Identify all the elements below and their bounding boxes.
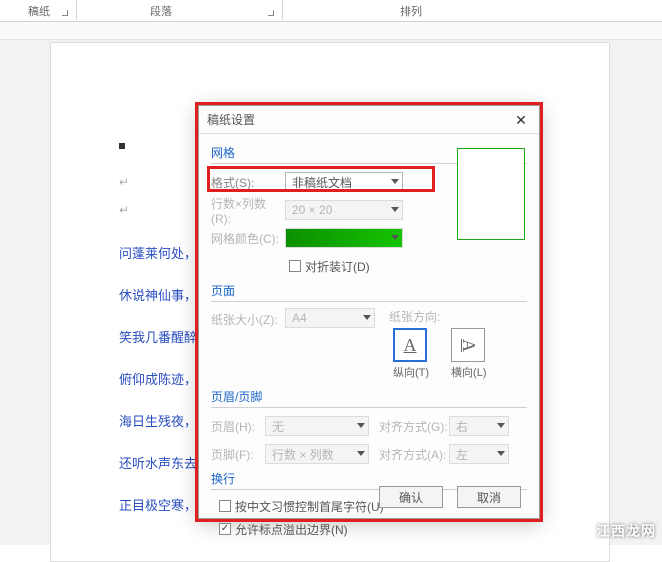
margin-marker-icon (581, 103, 599, 121)
ruler (0, 22, 662, 40)
portrait-icon: A (404, 335, 417, 356)
footer-value: 行数 × 列数 (272, 446, 334, 463)
section-label-page: 页面 (211, 282, 527, 299)
dialog-launcher-icon[interactable] (268, 10, 274, 16)
punct-label: 允许标点溢出边界(N) (235, 521, 348, 538)
format-label: 格式(S): (211, 174, 285, 191)
gridcolor-select (285, 228, 403, 248)
paragraph-mark-icon: ↵ (119, 175, 129, 189)
margin-marker-icon (111, 103, 129, 121)
orientation-landscape[interactable]: A 横向(L) (451, 328, 486, 380)
footer-row: 页脚(F): 行数 × 列数 对齐方式(A): 左 (211, 442, 527, 466)
papersize-value: A4 (292, 311, 307, 325)
chevron-down-icon (355, 448, 365, 458)
ribbon-group-label: 排列 (400, 3, 422, 19)
close-icon: ✕ (515, 106, 527, 134)
chevron-down-icon (495, 448, 505, 458)
chevron-down-icon (389, 176, 399, 186)
ribbon: 稿纸 段落 排列 (0, 0, 662, 22)
format-select[interactable]: 非稿纸文档 (285, 172, 403, 192)
orientation-portrait[interactable]: A 纵向(T) (393, 328, 429, 380)
gridcolor-label: 网格颜色(C): (211, 230, 285, 247)
dialog-titlebar: 稿纸设置 ✕ (199, 106, 539, 134)
section-label-newline: 换行 (211, 470, 527, 487)
ribbon-group-label: 稿纸 (28, 3, 50, 19)
format-value: 非稿纸文档 (292, 174, 352, 191)
dialog-launcher-icon[interactable] (62, 10, 68, 16)
papersize-label: 纸张大小(Z): (211, 308, 285, 328)
footer-align-value: 左 (456, 446, 468, 463)
footer-label: 页脚(F): (211, 446, 265, 463)
rowscols-select: 20 × 20 (285, 200, 403, 220)
page-preview (457, 148, 525, 240)
anchor-icon (119, 143, 125, 149)
header-value: 无 (272, 418, 284, 435)
checkbox-icon (219, 523, 231, 535)
footer-select: 行数 × 列数 (265, 444, 369, 464)
footer-align-select: 左 (449, 444, 509, 464)
chevron-down-icon (389, 204, 399, 214)
header-row: 页眉(H): 无 对齐方式(G): 右 (211, 414, 527, 438)
papersize-select: A4 (285, 308, 375, 328)
ok-button[interactable]: 确认 (379, 486, 443, 508)
booklet-label: 对折装订(D) (305, 258, 370, 275)
chevron-down-icon (361, 312, 371, 322)
close-button[interactable]: ✕ (511, 110, 531, 130)
cancel-button[interactable]: 取消 (457, 486, 521, 508)
orient-portrait-label: 纵向(T) (393, 367, 429, 379)
punct-overflow-checkbox[interactable]: 允许标点溢出边界(N) (219, 519, 527, 539)
genko-settings-dialog: 稿纸设置 ✕ 网格 格式(S): 非稿纸文档 行数×列数(R): 20 × 20… (198, 105, 540, 519)
dialog-buttons: 确认 取消 (199, 486, 539, 508)
booklet-row: 对折装订(D) (211, 254, 527, 278)
chevron-down-icon (495, 420, 505, 430)
paragraph-mark-icon: ↵ (119, 203, 129, 217)
section-label-headerfooter: 页眉/页脚 (211, 388, 527, 405)
rowscols-label: 行数×列数(R): (211, 195, 285, 226)
orientation-group: 纸张方向: A 纵向(T) A 横向(L) (389, 308, 487, 380)
dialog-title: 稿纸设置 (207, 106, 255, 134)
header-align-label: 对齐方式(G): (379, 418, 449, 435)
orient-landscape-label: 横向(L) (451, 367, 486, 379)
ribbon-group-label: 段落 (150, 3, 172, 19)
page-row: 纸张大小(Z): A4 纸张方向: A 纵向(T) A 横向(L) (211, 308, 527, 380)
header-align-value: 右 (456, 418, 468, 435)
checkbox-icon (289, 260, 301, 272)
header-align-select: 右 (449, 416, 509, 436)
footer-align-label: 对齐方式(A): (379, 446, 449, 463)
header-select: 无 (265, 416, 369, 436)
orient-label: 纸张方向: (389, 308, 487, 325)
chevron-down-icon (389, 232, 399, 242)
rowscols-value: 20 × 20 (292, 203, 332, 217)
watermark: 江西龙网 (596, 521, 656, 541)
header-label: 页眉(H): (211, 418, 265, 435)
landscape-icon: A (458, 339, 479, 352)
chevron-down-icon (355, 420, 365, 430)
booklet-checkbox[interactable]: 对折装订(D) (289, 256, 370, 276)
